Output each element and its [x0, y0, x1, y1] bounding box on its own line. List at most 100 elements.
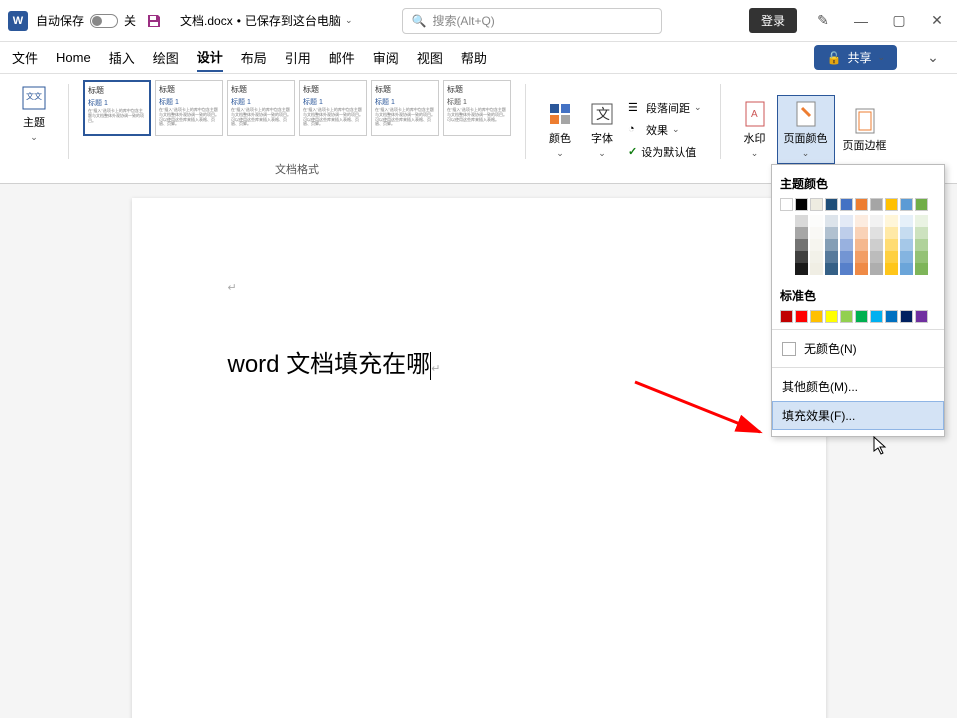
color-swatch[interactable]	[780, 310, 793, 323]
style-thumb[interactable]: 标题 标题 1 在"插入"选项卡上的库中包含主题与文档整体外观协调一致的项目。可…	[371, 80, 439, 136]
color-swatch[interactable]	[810, 310, 823, 323]
color-swatch[interactable]	[825, 198, 838, 211]
group-label: 文档格式	[275, 161, 319, 177]
color-swatch[interactable]	[885, 310, 898, 323]
shade-column[interactable]	[780, 215, 793, 275]
page-color-button[interactable]: 页面颜色 ⌄	[777, 95, 835, 164]
search-input[interactable]: 🔍 搜索(Alt+Q)	[402, 8, 662, 34]
shade-column[interactable]	[795, 215, 808, 275]
shade-column[interactable]	[885, 215, 898, 275]
chevron-down-icon: ⌄	[877, 52, 885, 63]
shade-column[interactable]	[810, 215, 823, 275]
chevron-down-icon: ⌄	[30, 132, 38, 143]
search-icon: 🔍	[411, 14, 426, 28]
share-button[interactable]: 🔓 共享 ⌄	[814, 45, 897, 70]
tab-layout[interactable]: 布局	[241, 44, 267, 71]
chevron-down-icon: ⌄	[556, 148, 564, 159]
chevron-down-icon: ⌄	[345, 15, 353, 26]
color-swatch[interactable]	[900, 198, 913, 211]
checkmark-icon: ✓	[628, 145, 637, 158]
document-page[interactable]: ↵ word 文档填充在哪↵	[132, 198, 826, 718]
theme-icon: 文文	[20, 84, 48, 112]
style-thumb[interactable]: 标题 标题 1 在"插入"选项卡上的库中包含主题与文档整体外观协调一致的项目。可…	[443, 80, 511, 136]
style-thumb[interactable]: 标题 标题 1 在"插入"选项卡上的库中包含主题与文档整体外观协调一致的项目。可…	[155, 80, 223, 136]
chevron-down-icon: ⌄	[802, 148, 810, 159]
word-app-icon: W	[8, 11, 28, 31]
color-swatch[interactable]	[840, 310, 853, 323]
tab-help[interactable]: 帮助	[461, 44, 487, 71]
style-thumb[interactable]: 标题 标题 1 在"插入"选项卡上的库中包含主题与文档整体外观协调一致的项目。可…	[227, 80, 295, 136]
effects-button[interactable]: ◔ 效果 ⌄	[624, 120, 706, 140]
colors-button[interactable]: 颜色 ⌄	[540, 96, 580, 163]
set-default-button[interactable]: ✓ 设为默认值	[624, 142, 706, 162]
share-icon: 🔓	[826, 51, 841, 65]
color-swatch[interactable]	[810, 198, 823, 211]
style-thumb[interactable]: 标题 标题 1 在"插入"选项卡上的库中包含主题与文档整体外观协调一致的项目。	[83, 80, 151, 136]
color-swatch[interactable]	[795, 310, 808, 323]
color-swatch[interactable]	[855, 198, 868, 211]
collapse-ribbon-icon[interactable]: ⌄	[921, 46, 945, 70]
standard-color-row	[772, 308, 944, 325]
shade-column[interactable]	[825, 215, 838, 275]
tab-design[interactable]: 设计	[197, 43, 223, 72]
more-colors-item[interactable]: 其他颜色(M)...	[772, 372, 944, 401]
color-swatch[interactable]	[825, 310, 838, 323]
shade-column[interactable]	[915, 215, 928, 275]
color-swatch[interactable]	[840, 198, 853, 211]
doc-format-group: 标题 标题 1 在"插入"选项卡上的库中包含主题与文档整体外观协调一致的项目。 …	[77, 80, 517, 179]
minimize-button[interactable]: —	[849, 9, 873, 33]
autosave-toggle[interactable]: 自动保存 关	[36, 12, 136, 29]
autosave-state: 关	[124, 12, 136, 29]
page-border-button[interactable]: 页面边框	[837, 103, 893, 157]
paragraph-mark-icon: ↵	[431, 363, 440, 375]
no-color-item[interactable]: 无颜色(N)	[772, 334, 944, 363]
style-gallery[interactable]: 标题 标题 1 在"插入"选项卡上的库中包含主题与文档整体外观协调一致的项目。 …	[83, 80, 511, 150]
color-swatch[interactable]	[795, 198, 808, 211]
color-swatch[interactable]	[915, 310, 928, 323]
color-swatch[interactable]	[855, 310, 868, 323]
tab-file[interactable]: 文件	[12, 44, 38, 71]
fonts-button[interactable]: 文 字体 ⌄	[582, 96, 622, 163]
color-swatch[interactable]	[900, 310, 913, 323]
pen-icon[interactable]: ✎	[811, 9, 835, 33]
watermark-button[interactable]: A 水印 ⌄	[735, 96, 775, 163]
color-swatch[interactable]	[780, 198, 793, 211]
document-title[interactable]: 文档.docx • 已保存到这台电脑 ⌄	[180, 12, 352, 29]
theme-color-row	[772, 196, 944, 213]
tab-mailings[interactable]: 邮件	[329, 44, 355, 71]
title-bar: W 自动保存 关 文档.docx • 已保存到这台电脑 ⌄ 🔍 搜索(Alt+Q…	[0, 0, 957, 42]
svg-text:文文: 文文	[26, 91, 42, 101]
maximize-button[interactable]: ▢	[887, 9, 911, 33]
standard-colors-label: 标准色	[772, 283, 944, 308]
svg-text:文: 文	[596, 106, 610, 122]
shade-column[interactable]	[840, 215, 853, 275]
tab-draw[interactable]: 绘图	[153, 44, 179, 71]
paragraph-spacing-button[interactable]: ☰ 段落间距 ⌄	[624, 98, 706, 118]
theme-button[interactable]: 文文 主题 ⌄	[14, 80, 54, 147]
color-swatch[interactable]	[870, 198, 883, 211]
chevron-down-icon: ⌄	[598, 148, 606, 159]
tab-insert[interactable]: 插入	[109, 44, 135, 71]
close-button[interactable]: ✕	[925, 9, 949, 33]
color-swatch[interactable]	[915, 198, 928, 211]
shade-column[interactable]	[855, 215, 868, 275]
tab-review[interactable]: 审阅	[373, 44, 399, 71]
fill-effects-item[interactable]: 填充效果(F)...	[772, 401, 944, 430]
shade-column[interactable]	[900, 215, 913, 275]
toggle-icon	[90, 14, 118, 28]
color-swatch[interactable]	[885, 198, 898, 211]
watermark-icon: A	[741, 100, 769, 128]
document-text[interactable]: word 文档填充在哪↵	[228, 344, 730, 380]
style-thumb[interactable]: 标题 标题 1 在"插入"选项卡上的库中包含主题与文档整体外观协调一致的项目。可…	[299, 80, 367, 136]
chevron-down-icon: ⌄	[751, 148, 759, 159]
tab-references[interactable]: 引用	[285, 44, 311, 71]
effects-icon: ◔	[628, 123, 642, 137]
shade-column[interactable]	[870, 215, 883, 275]
color-swatch[interactable]	[870, 310, 883, 323]
save-icon[interactable]	[146, 13, 162, 29]
tab-home[interactable]: Home	[56, 46, 91, 69]
login-button[interactable]: 登录	[749, 8, 797, 33]
page-border-icon	[851, 107, 879, 135]
tab-view[interactable]: 视图	[417, 44, 443, 71]
page-color-dropdown: 主题颜色 标准色 无颜色(N) 其他颜色(M)... 填充效果(F)...	[771, 164, 945, 437]
